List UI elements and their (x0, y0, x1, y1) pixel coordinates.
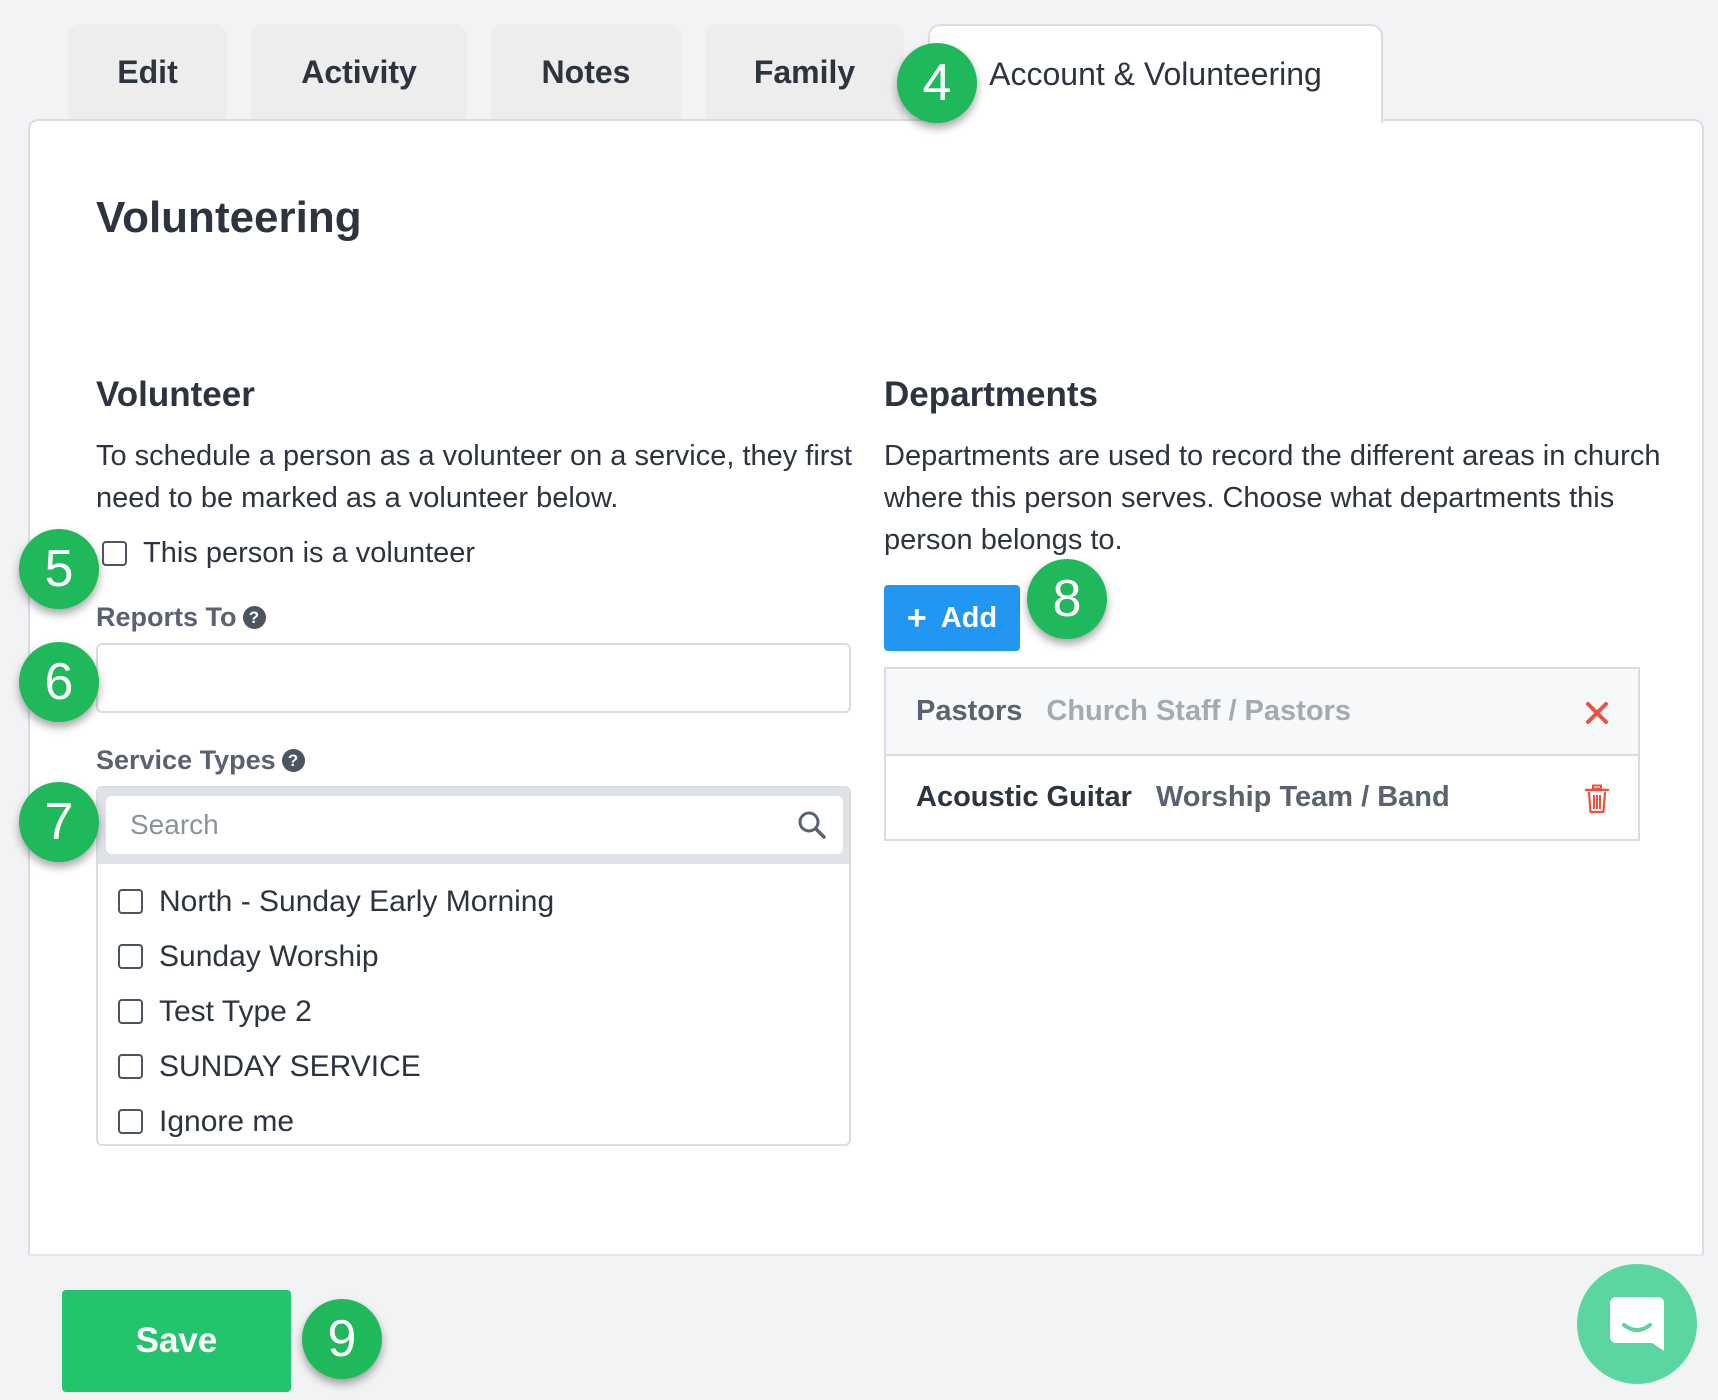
service-type-checkbox[interactable] (118, 1109, 143, 1134)
tab-edit[interactable]: Edit (68, 24, 227, 121)
tab-account-volunteering[interactable]: Account & Volunteering (928, 24, 1383, 123)
service-types-picker: Search North - Sunday Early Morning Sund… (96, 786, 851, 1146)
department-name: Pastors (916, 695, 1023, 727)
tab-notes[interactable]: Notes (491, 24, 681, 121)
service-type-label: SUNDAY SERVICE (159, 1049, 421, 1083)
service-type-checkbox[interactable] (118, 889, 143, 914)
search-icon (798, 811, 826, 839)
volunteer-title: Volunteer (96, 375, 255, 414)
tab-family[interactable]: Family (705, 24, 904, 121)
reports-to-label-row: Reports To ? (96, 602, 856, 633)
reports-to-input[interactable] (96, 643, 851, 713)
service-type-checkbox[interactable] (118, 1054, 143, 1079)
help-icon[interactable]: ? (242, 606, 266, 629)
list-item[interactable]: Ignore me (98, 1094, 849, 1144)
service-type-label: Sunday Worship (159, 939, 379, 973)
departments-list: Pastors Church Staff / Pastors Acoustic … (884, 667, 1640, 841)
step-badge: 6 (19, 642, 99, 722)
reports-to-label: Reports To (96, 602, 237, 632)
department-path: Worship Team / Band (1155, 781, 1450, 813)
service-search-wrapper: Search (98, 788, 849, 864)
departments-title: Departments (884, 375, 1098, 414)
department-path: Church Staff / Pastors (1046, 695, 1351, 727)
service-type-label: Test Type 2 (159, 994, 312, 1028)
department-name: Acoustic Guitar (916, 781, 1132, 813)
help-icon[interactable]: ? (281, 749, 305, 772)
volunteer-checkbox[interactable] (102, 541, 127, 566)
service-type-checkbox[interactable] (118, 944, 143, 969)
service-search-input[interactable]: Search (106, 796, 843, 854)
form-footer: Save (28, 1254, 1704, 1400)
step-badge: 8 (1027, 559, 1107, 639)
departments-section: Departments Departments are used to reco… (884, 375, 1670, 841)
service-types-list: North - Sunday Early Morning Sunday Wors… (98, 864, 849, 1144)
list-item[interactable]: Sunday Worship (98, 929, 849, 984)
service-types-label-row: Service Types ? (96, 745, 856, 776)
service-type-checkbox[interactable] (118, 999, 143, 1024)
search-placeholder: Search (130, 809, 219, 840)
tab-panel: Volunteering Volunteer To schedule a per… (28, 119, 1704, 1400)
list-item[interactable]: Test Type 2 (98, 984, 849, 1039)
department-row: Acoustic Guitar Worship Team / Band (886, 754, 1638, 839)
step-badge: 4 (897, 43, 977, 123)
departments-description: Departments are used to record the diffe… (884, 440, 1661, 556)
volunteer-section: Volunteer To schedule a person as a volu… (96, 375, 856, 1146)
tab-bar: Edit Activity Notes Family Account & Vol… (68, 24, 1407, 123)
page-title: Volunteering (96, 193, 362, 242)
trash-icon[interactable] (1584, 784, 1610, 814)
save-button[interactable]: Save (62, 1290, 291, 1392)
department-row: Pastors Church Staff / Pastors (886, 669, 1638, 754)
volunteer-checkbox-label: This person is a volunteer (143, 537, 476, 569)
plus-icon: + (906, 599, 927, 637)
chat-launcher[interactable] (1577, 1264, 1697, 1384)
add-label: Add (940, 601, 998, 634)
volunteer-description: To schedule a person as a volunteer on a… (96, 440, 853, 514)
close-icon[interactable] (1584, 697, 1610, 727)
service-type-label: Ignore me (159, 1104, 295, 1138)
step-badge: 5 (19, 529, 99, 609)
tab-activity[interactable]: Activity (251, 24, 467, 121)
step-badge: 9 (302, 1299, 382, 1379)
add-department-button[interactable]: + Add (884, 585, 1020, 651)
step-badge: 7 (19, 782, 99, 862)
list-item[interactable]: North - Sunday Early Morning (98, 874, 849, 929)
volunteer-checkbox-row[interactable]: This person is a volunteer (96, 537, 856, 570)
chat-icon (1610, 1297, 1664, 1351)
service-type-label: North - Sunday Early Morning (159, 884, 555, 918)
service-types-label: Service Types (96, 745, 276, 775)
list-item[interactable]: SUNDAY SERVICE (98, 1039, 849, 1094)
